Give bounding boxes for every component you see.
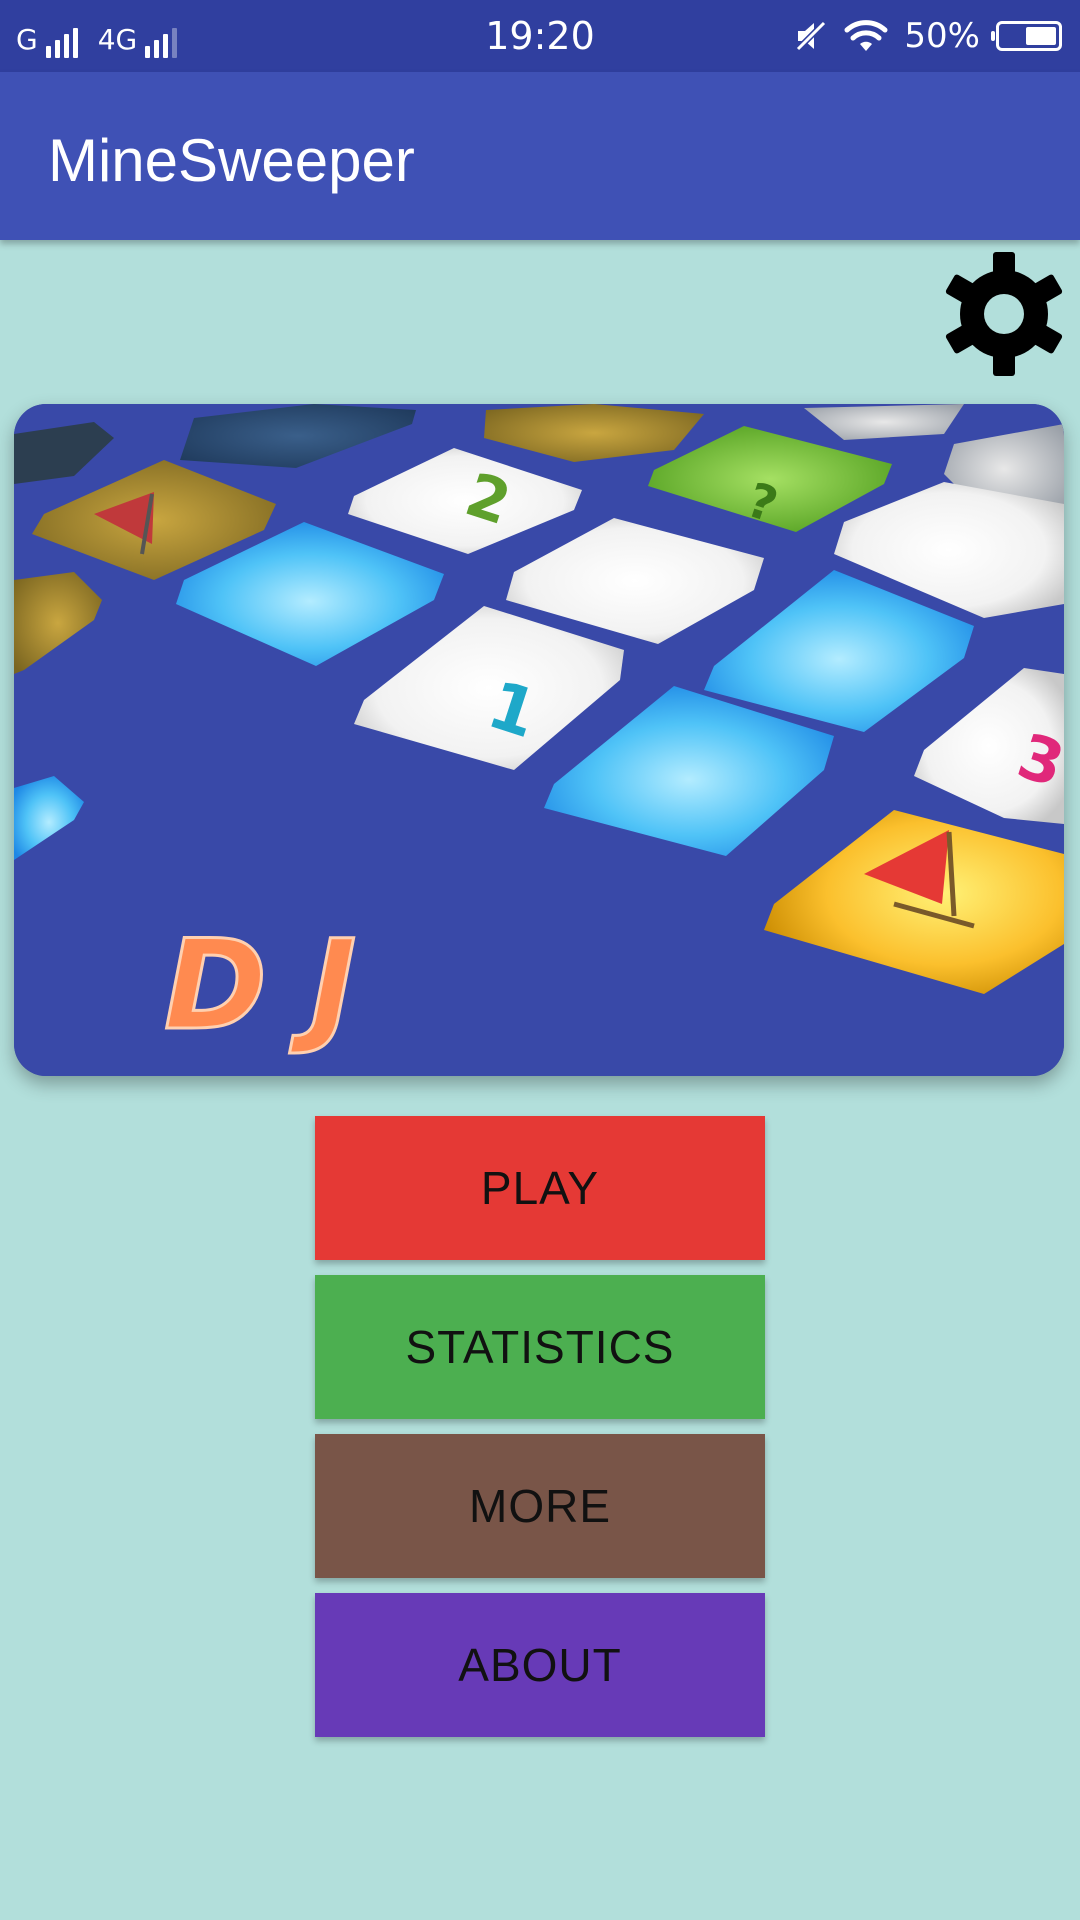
more-button[interactable]: MORE bbox=[315, 1434, 765, 1578]
mute-icon bbox=[796, 20, 827, 52]
about-button[interactable]: ABOUT bbox=[315, 1593, 765, 1737]
settings-button[interactable] bbox=[940, 250, 1068, 378]
wifi-icon bbox=[844, 20, 888, 51]
hero-dj-text: D J bbox=[164, 914, 356, 1058]
battery-icon bbox=[991, 21, 1062, 51]
app-title: MineSweeper bbox=[48, 127, 415, 194]
play-button[interactable]: PLAY bbox=[315, 1116, 765, 1260]
gear-icon bbox=[945, 252, 1063, 376]
system-status: 50% bbox=[794, 14, 1062, 58]
hero-image: 2 1 3 ? D J bbox=[14, 404, 1064, 1076]
status-bar: G 4G 19:20 50% bbox=[0, 0, 1080, 72]
battery-percent: 50% bbox=[904, 16, 980, 56]
app-bar: MineSweeper bbox=[0, 72, 1080, 240]
statistics-button[interactable]: STATISTICS bbox=[315, 1275, 765, 1419]
minesweeper-tiles-image: 2 1 3 ? D J bbox=[14, 404, 1064, 1076]
